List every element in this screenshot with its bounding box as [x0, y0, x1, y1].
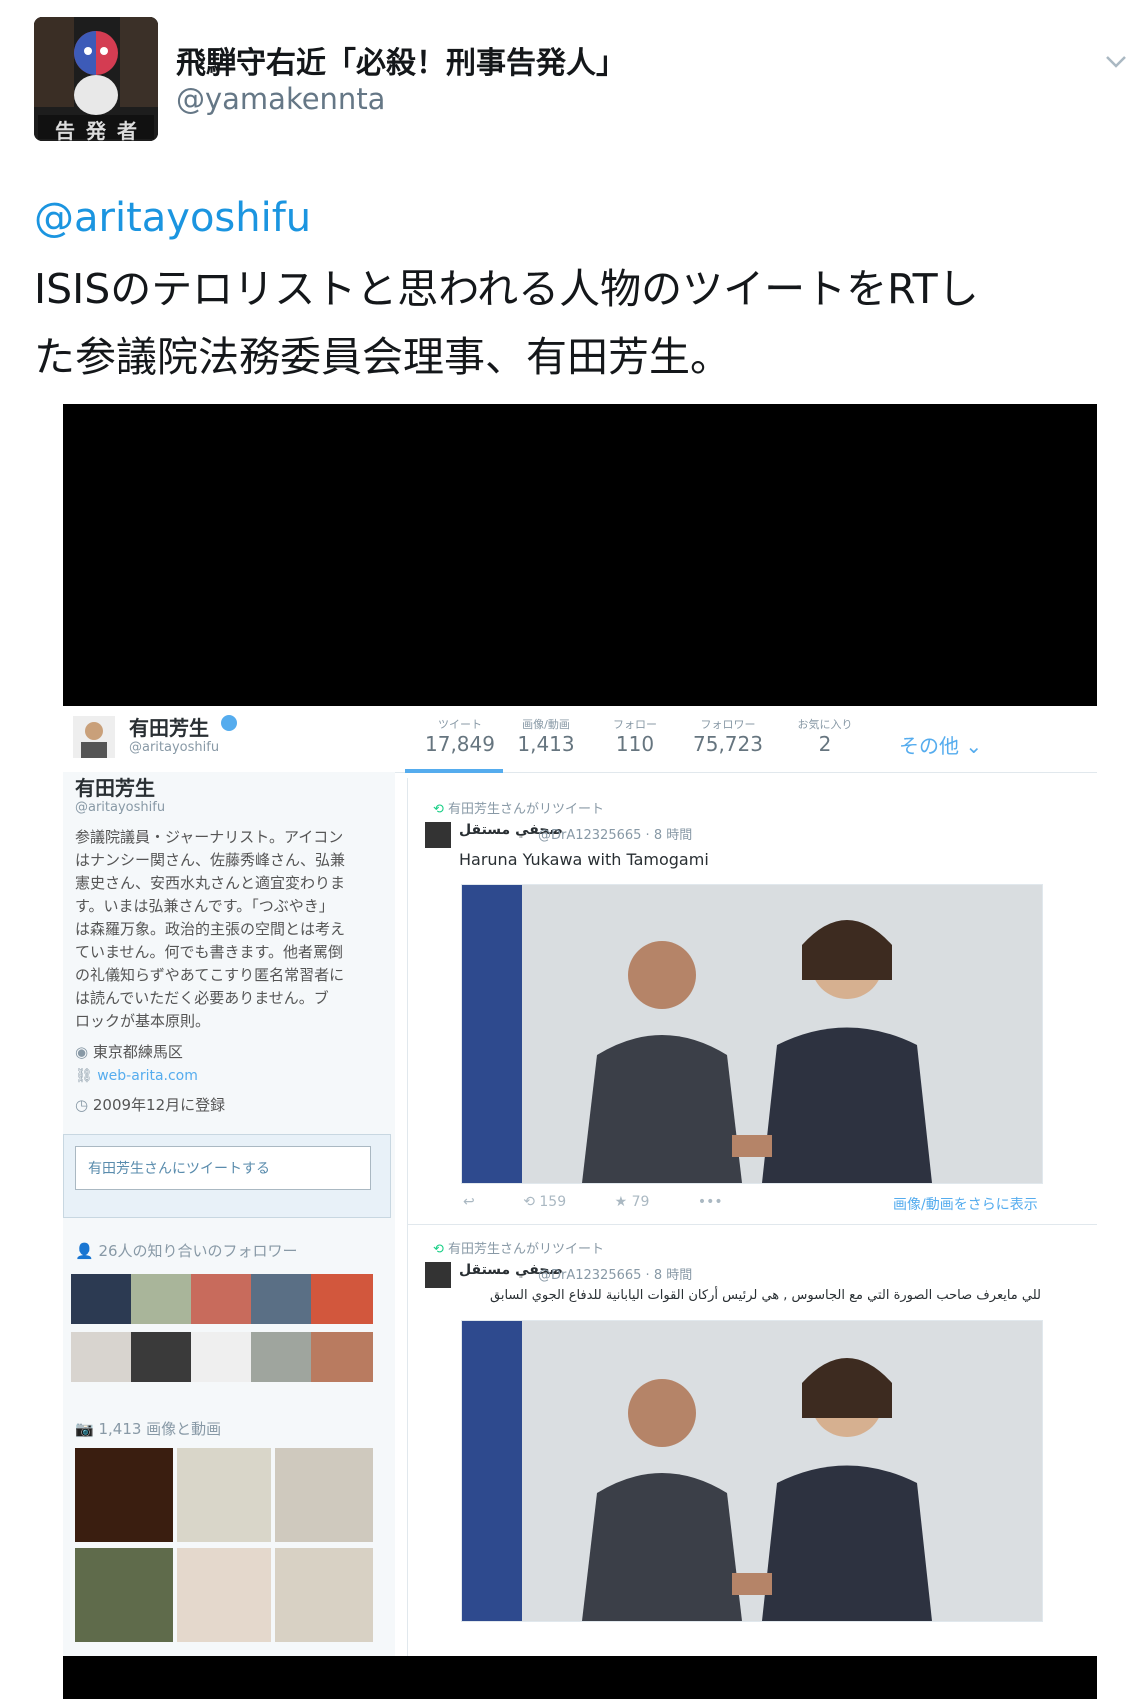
- followers-you-know-header[interactable]: 👤 26人の知り合いのフォロワー: [75, 1240, 298, 1261]
- location-pin-icon: ◉: [75, 1043, 89, 1061]
- follower-thumb[interactable]: [131, 1332, 193, 1382]
- link-icon: ⛓: [75, 1068, 93, 1084]
- location: ◉ 東京都練馬区: [75, 1043, 183, 1061]
- more-menu[interactable]: その他 ⌄: [899, 730, 982, 759]
- tweet-text-line: ISISのテロリストと思われる人物のツイートをRTし: [34, 265, 979, 313]
- avatar[interactable]: 告 発 者: [34, 17, 158, 141]
- follower-thumb[interactable]: [311, 1332, 373, 1382]
- media-thumb[interactable]: [177, 1448, 271, 1542]
- reply-icon[interactable]: ↩: [463, 1194, 475, 1210]
- media-thumb[interactable]: [75, 1448, 173, 1542]
- mention-link[interactable]: @aritayoshifu: [34, 195, 311, 241]
- follower-thumb[interactable]: [71, 1332, 133, 1382]
- more-icon[interactable]: •••: [698, 1194, 723, 1210]
- photo-handshake-icon: [462, 1321, 1042, 1621]
- camera-icon: 📷: [75, 1420, 94, 1438]
- user-handle[interactable]: @yamakennta: [176, 82, 385, 116]
- bio-text: 参議院議員・ジャーナリスト。アイコン はナンシー関さん、佐藤秀峰さん、弘兼 憲史…: [75, 828, 346, 1030]
- retweet-context: ⟲ 有田芳生さんがリツイート: [433, 1242, 605, 1257]
- retweet-icon: ⟲: [433, 802, 444, 817]
- rt1-actions: ↩ ⟲ 159 ★ 79 •••: [463, 1194, 723, 1210]
- media-thumb[interactable]: [75, 1548, 173, 1642]
- stat-tweets[interactable]: ツイート 17,849: [410, 716, 510, 756]
- retweet-count[interactable]: ⟲ 159: [523, 1194, 566, 1210]
- favorite-count[interactable]: ★ 79: [615, 1194, 650, 1210]
- display-name[interactable]: 飛騨守右近「必殺！刑事告発人」: [176, 38, 626, 82]
- stat-followers[interactable]: フォロワー 75,723: [678, 716, 778, 756]
- follower-thumb[interactable]: [311, 1274, 373, 1324]
- tweet-divider: [408, 1224, 1097, 1225]
- rt1-more-media-link[interactable]: 画像/動画をさらに表示: [893, 1194, 1038, 1214]
- chevron-down-icon[interactable]: [1105, 50, 1127, 72]
- tweet-to-button[interactable]: 有田芳生さんにツイートする: [75, 1146, 371, 1190]
- photo-handshake-icon: [462, 885, 1042, 1183]
- stat-favorites[interactable]: お気に入り 2: [785, 716, 865, 756]
- tweet-text-line: た参議院法務委員会理事、有田芳生。: [34, 333, 731, 381]
- follower-thumb[interactable]: [191, 1332, 253, 1382]
- follower-thumb[interactable]: [251, 1274, 313, 1324]
- active-tab-indicator: [405, 769, 503, 773]
- rt-author-handle[interactable]: @DrA12325665 · 8 時間: [538, 1264, 692, 1283]
- profile-avatar-icon: [73, 716, 115, 758]
- retweet-icon: ⟲: [433, 1242, 444, 1257]
- verified-badge-icon: [221, 715, 237, 731]
- media-thumb[interactable]: [275, 1448, 373, 1542]
- bio-handle: @aritayoshifu: [75, 800, 166, 815]
- follower-grid: [71, 1274, 373, 1390]
- follower-thumb[interactable]: [131, 1274, 193, 1324]
- bio-name: 有田芳生: [75, 776, 155, 800]
- rt-author-avatar[interactable]: [425, 822, 451, 848]
- tweet-text: ISISのテロリストと思われる人物のツイートをRTし た参議院法務委員会理事、有…: [34, 255, 1114, 391]
- follower-thumb[interactable]: [71, 1274, 133, 1324]
- rt1-text: Haruna Yukawa with Tamogami: [459, 850, 709, 869]
- media-thumb[interactable]: [275, 1548, 373, 1642]
- stat-following[interactable]: フォロー 110: [595, 716, 675, 756]
- stat-media[interactable]: 画像/動画 1,413: [506, 716, 586, 756]
- profile-screenshot: 有田芳生 @aritayoshifu ツイート 17,849 画像/動画 1,4…: [63, 706, 1097, 1656]
- media-thumb[interactable]: [177, 1548, 271, 1642]
- website-link[interactable]: ⛓ web-arita.com: [75, 1068, 198, 1084]
- profile-handle: @aritayoshifu: [129, 740, 220, 755]
- calendar-icon: ◷: [75, 1096, 89, 1114]
- join-date: ◷ 2009年12月に登録: [75, 1096, 226, 1114]
- rt2-text: للي مايعرف صاحب الصورة التي مع الجاسوس ,…: [489, 1288, 1041, 1303]
- profile-name: 有田芳生: [129, 716, 209, 740]
- rt-author-avatar[interactable]: [425, 1262, 451, 1288]
- rt2-photo[interactable]: [461, 1320, 1043, 1622]
- avatar-caption: 告 発 者: [55, 119, 139, 141]
- retweet-context: ⟲ 有田芳生さんがリツイート: [433, 802, 605, 817]
- follower-thumb[interactable]: [191, 1274, 253, 1324]
- person-icon: 👤: [75, 1242, 94, 1260]
- follower-thumb[interactable]: [251, 1332, 313, 1382]
- rt-author-handle[interactable]: @DrA12325665 · 8 時間: [538, 824, 692, 843]
- media-header[interactable]: 📷 1,413 画像と動画: [75, 1418, 221, 1439]
- attached-image[interactable]: 有田芳生 @aritayoshifu ツイート 17,849 画像/動画 1,4…: [63, 404, 1097, 1699]
- rt1-photo[interactable]: [461, 884, 1043, 1184]
